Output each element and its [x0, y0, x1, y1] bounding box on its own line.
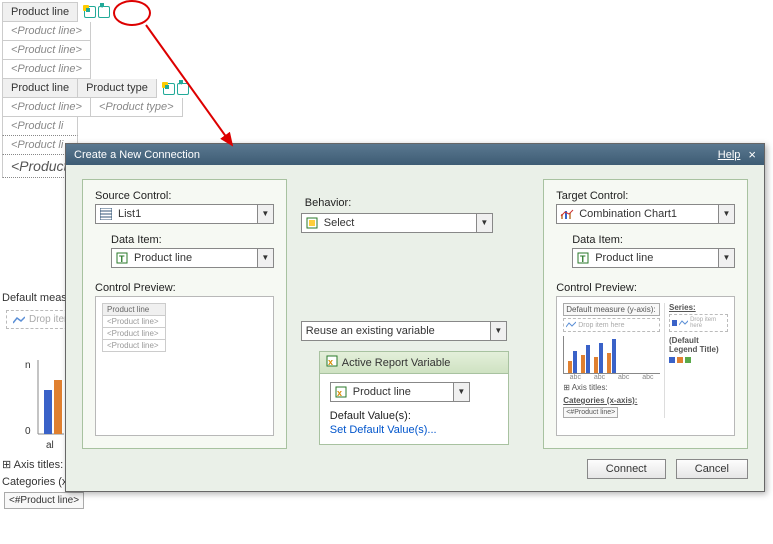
- select-behavior-icon: [304, 215, 320, 231]
- pv-series-drop: Drop item here: [669, 314, 728, 332]
- line-series-icon: [13, 315, 25, 325]
- target-control-value: Combination Chart1: [577, 208, 718, 220]
- svg-text:x: x: [337, 388, 342, 398]
- list1-row: <Product line>: [2, 41, 91, 60]
- source-preview: Product line <Product line> <Product lin…: [95, 296, 274, 436]
- behavior-combo[interactable]: Select ▼: [301, 213, 493, 233]
- pv-drop: Drop item here: [563, 318, 660, 332]
- list1-row: <Product line>: [2, 22, 91, 41]
- list2-row: <Product line>: [2, 98, 91, 117]
- pv-axis-titles: ⊞ Axis titles:: [563, 383, 660, 392]
- annotation-circle: [113, 0, 151, 26]
- target-panel: Target Control: Combination Chart1 ▼ Dat…: [543, 179, 748, 449]
- svg-text:x: x: [328, 357, 333, 367]
- bg-category-ph: <#Product line>: [4, 492, 84, 509]
- chevron-down-icon[interactable]: ▼: [476, 214, 492, 232]
- pv-category-ph: <#Product line>: [563, 407, 618, 418]
- svg-text:T: T: [580, 254, 586, 264]
- source-data-item-value: Product line: [132, 252, 257, 264]
- pv-series-label: Series:: [669, 303, 728, 312]
- chevron-down-icon[interactable]: ▼: [257, 205, 273, 223]
- active-report-variable-panel: x Active Report Variable x Product line …: [319, 351, 509, 445]
- list-icon: [98, 206, 114, 222]
- behavior-label: Behavior:: [305, 197, 529, 209]
- combo-chart-icon: [559, 206, 575, 222]
- variable-mode-combo[interactable]: Reuse an existing variable ▼: [301, 321, 507, 341]
- chevron-down-icon[interactable]: ▼: [257, 249, 273, 267]
- pv-chart: [563, 336, 660, 374]
- list1-row: <Product line>: [2, 60, 91, 79]
- line-series-icon: [679, 319, 688, 327]
- target-control-combo[interactable]: Combination Chart1 ▼: [556, 204, 735, 224]
- data-item-icon: T: [114, 250, 130, 266]
- annotation-arrow: [132, 13, 252, 153]
- control-preview-label: Control Preview:: [95, 282, 274, 294]
- default-values-label: Default Value(s):: [330, 410, 498, 422]
- variable-icon: x: [326, 355, 338, 370]
- help-link[interactable]: Help: [718, 149, 741, 161]
- cancel-button[interactable]: Cancel: [676, 459, 748, 479]
- svg-text:T: T: [119, 254, 125, 264]
- bg-axis-stub: [34, 360, 64, 438]
- chevron-down-icon[interactable]: ▼: [718, 205, 734, 223]
- chevron-down-icon[interactable]: ▼: [718, 249, 734, 267]
- variable-combo[interactable]: x Product line ▼: [330, 382, 470, 402]
- data-item-label: Data Item:: [572, 234, 735, 246]
- chevron-down-icon[interactable]: ▼: [490, 322, 506, 340]
- source-control-combo[interactable]: List1 ▼: [95, 204, 274, 224]
- arv-title: Active Report Variable: [342, 357, 451, 369]
- middle-panel: Behavior: Select ▼ Reuse an existing var…: [297, 179, 533, 445]
- pv-categories-label: Categories (x-axis):: [563, 396, 660, 405]
- pv-default-measure: Default measure (y-axis):: [563, 303, 660, 316]
- list2-row-cut: <Product li: [2, 117, 78, 136]
- control-preview-label: Control Preview:: [556, 282, 735, 294]
- source-control-label: Source Control:: [95, 190, 274, 202]
- pv-legend-title: (Default Legend Title): [669, 336, 728, 354]
- y-tick-n: n: [25, 360, 31, 371]
- target-data-item-combo[interactable]: T Product line ▼: [572, 248, 735, 268]
- set-default-values-link[interactable]: Set Default Value(s)...: [330, 424, 498, 436]
- source-panel: Source Control: List1 ▼ Data Item: T Pro…: [82, 179, 287, 449]
- list2-header-pl[interactable]: Product line: [2, 79, 78, 98]
- preview-list-row: <Product line>: [102, 339, 166, 352]
- pv-x-ticks: abcabcabcabc: [563, 374, 660, 381]
- list1-header[interactable]: Product line: [2, 2, 78, 22]
- pv-legend-swatches: [669, 356, 728, 365]
- source-data-item-combo[interactable]: T Product line ▼: [111, 248, 274, 268]
- variable-item-icon: x: [333, 384, 349, 400]
- create-connection-dialog: Create a New Connection Help × Source Co…: [65, 143, 765, 492]
- x-tick-al: al: [46, 440, 54, 451]
- new-connection-icon[interactable]: [98, 6, 110, 18]
- bg-axis-titles-label: ⊞ Axis titles:: [2, 458, 63, 471]
- close-icon[interactable]: ×: [748, 147, 756, 162]
- data-item-icon: T: [575, 250, 591, 266]
- variable-value: Product line: [351, 386, 453, 398]
- line-series-icon: [566, 321, 576, 329]
- data-item-label: Data Item:: [111, 234, 274, 246]
- target-data-item-value: Product line: [593, 252, 718, 264]
- behavior-value: Select: [322, 217, 476, 229]
- bar-series-icon: [672, 320, 677, 326]
- target-preview: Default measure (y-axis): Drop item here: [556, 296, 735, 436]
- source-control-value: List1: [116, 208, 257, 220]
- target-control-label: Target Control:: [556, 190, 735, 202]
- relationship-icon[interactable]: [84, 6, 96, 18]
- variable-mode-value: Reuse an existing variable: [302, 325, 490, 337]
- connect-button[interactable]: Connect: [587, 459, 666, 479]
- y-tick-0: 0: [25, 426, 31, 437]
- chevron-down-icon[interactable]: ▼: [453, 383, 469, 401]
